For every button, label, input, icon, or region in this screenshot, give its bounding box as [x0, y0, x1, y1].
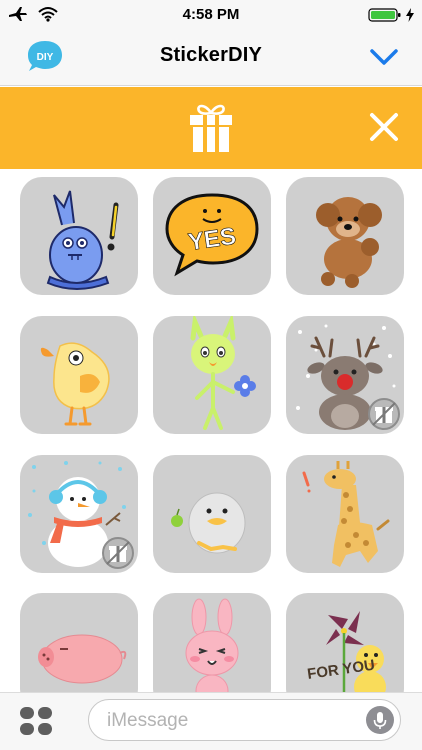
locked-gift-badge [368, 398, 400, 430]
pinwheel-illustration: FOR YOU [306, 611, 386, 699]
sticker-yes-bubble[interactable]: YES [153, 177, 271, 295]
poodle-illustration [316, 197, 382, 288]
gift-lock-icon [372, 402, 396, 426]
locked-gift-badge [102, 537, 134, 569]
green-alien-illustration [190, 316, 256, 430]
giraffe-illustration [302, 461, 390, 567]
sticker-grid: YES FOR YOU [0, 169, 422, 699]
duck-illustration [171, 492, 246, 554]
gift-icon[interactable] [188, 101, 234, 153]
pig-illustration [38, 634, 127, 684]
charging-bolt-icon [406, 8, 414, 22]
sticker-blue-rabbit[interactable] [20, 177, 138, 295]
sticker-snowman[interactable] [20, 455, 138, 573]
status-time: 4:58 PM [182, 6, 240, 23]
message-input-bar: iMessage [0, 692, 422, 750]
message-placeholder: iMessage [107, 710, 189, 731]
app-drawer-icon[interactable] [18, 705, 54, 737]
yes-bubble-illustration: YES [165, 193, 259, 277]
sticker-duck-apple[interactable] [153, 455, 271, 573]
blue-rabbit-illustration [46, 190, 119, 290]
nav-bar: DIY StickerDIY [0, 30, 422, 86]
sticker-reindeer[interactable] [286, 316, 404, 434]
close-icon[interactable] [368, 111, 400, 143]
sticker-pink-pig[interactable] [20, 593, 138, 699]
status-right [368, 7, 414, 23]
chick-illustration [40, 342, 110, 426]
sticker-green-alien[interactable] [153, 316, 271, 434]
status-bar: 4:58 PM [0, 0, 422, 30]
message-input[interactable]: iMessage [88, 699, 401, 741]
page-title: StickerDIY [159, 44, 263, 66]
battery-icon [368, 8, 401, 22]
bunny-illustration [185, 598, 239, 699]
microphone-icon[interactable] [366, 706, 394, 734]
promo-banner [0, 87, 422, 169]
sticker-giraffe[interactable] [286, 455, 404, 573]
sticker-chick-pinwheel[interactable]: FOR YOU [286, 593, 404, 699]
sticker-brown-poodle[interactable] [286, 177, 404, 295]
sticker-yellow-chick[interactable] [20, 316, 138, 434]
sticker-pink-bunny[interactable] [153, 593, 271, 699]
gift-lock-icon [106, 541, 130, 565]
chevron-down-icon[interactable] [368, 42, 400, 70]
